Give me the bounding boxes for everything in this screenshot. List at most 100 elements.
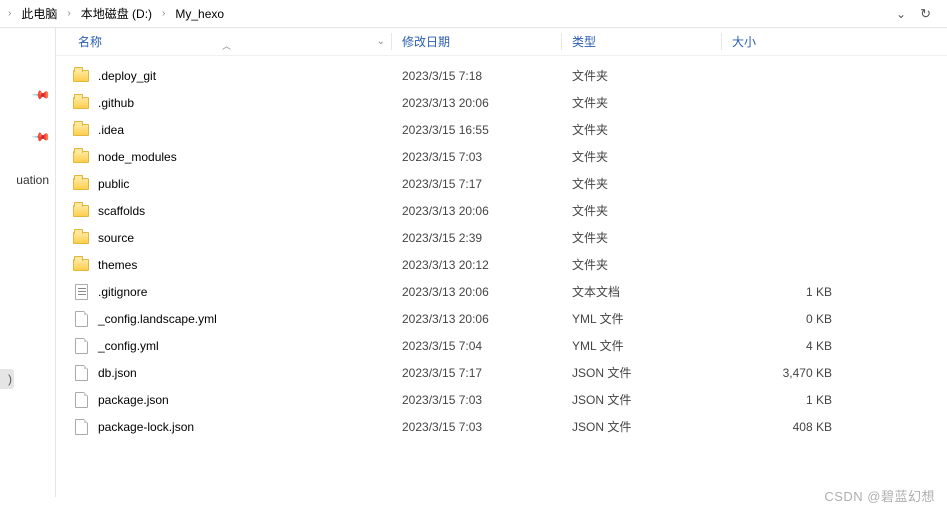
file-name: _config.landscape.yml bbox=[98, 312, 392, 326]
file-type: JSON 文件 bbox=[562, 364, 722, 381]
file-icon bbox=[72, 418, 90, 436]
file-type: 文件夹 bbox=[562, 256, 722, 273]
pin-icon[interactable]: 📌 bbox=[31, 85, 51, 105]
refresh-icon[interactable]: ↻ bbox=[920, 6, 931, 22]
file-name: .github bbox=[98, 96, 392, 110]
pin-icon[interactable]: 📌 bbox=[31, 127, 51, 147]
file-row[interactable]: _config.landscape.yml2023/3/13 20:06YML … bbox=[56, 305, 947, 332]
file-icon bbox=[72, 337, 90, 355]
file-row[interactable]: public2023/3/15 7:17文件夹 bbox=[56, 170, 947, 197]
file-date: 2023/3/13 20:06 bbox=[392, 312, 562, 326]
folder-icon bbox=[72, 229, 90, 247]
file-type: 文件夹 bbox=[562, 94, 722, 111]
file-icon bbox=[72, 364, 90, 382]
file-name: package.json bbox=[98, 393, 392, 407]
file-type: 文件夹 bbox=[562, 67, 722, 84]
file-row[interactable]: package-lock.json2023/3/15 7:03JSON 文件40… bbox=[56, 413, 947, 440]
file-size: 0 KB bbox=[722, 312, 842, 326]
column-header-type[interactable]: 类型 bbox=[562, 33, 722, 50]
breadcrumb-drive-d[interactable]: 本地磁盘 (D:) bbox=[75, 3, 158, 24]
file-list-area: 名称 ︿ ⌄ 修改日期 类型 大小 .deploy_git2023/3/15 7… bbox=[56, 28, 947, 497]
folder-icon bbox=[72, 94, 90, 112]
column-header-date[interactable]: 修改日期 bbox=[392, 33, 562, 50]
breadcrumb-my-hexo[interactable]: My_hexo bbox=[169, 5, 230, 23]
file-date: 2023/3/15 7:17 bbox=[392, 366, 562, 380]
chevron-right-icon[interactable]: › bbox=[65, 8, 72, 19]
folder-icon bbox=[72, 202, 90, 220]
file-name: db.json bbox=[98, 366, 392, 380]
file-name: .idea bbox=[98, 123, 392, 137]
column-label: 大小 bbox=[732, 35, 756, 49]
breadcrumb-this-pc[interactable]: 此电脑 bbox=[15, 3, 63, 24]
folder-icon bbox=[72, 256, 90, 274]
folder-icon bbox=[72, 148, 90, 166]
file-row[interactable]: .github2023/3/13 20:06文件夹 bbox=[56, 89, 947, 116]
sort-ascending-icon: ︿ bbox=[222, 39, 231, 52]
breadcrumb-bar: › 此电脑 › 本地磁盘 (D:) › My_hexo ⌄ ↻ bbox=[0, 0, 947, 28]
file-type: JSON 文件 bbox=[562, 391, 722, 408]
file-name: themes bbox=[98, 258, 392, 272]
file-type: 文件夹 bbox=[562, 202, 722, 219]
file-list: .deploy_git2023/3/15 7:18文件夹.github2023/… bbox=[56, 56, 947, 497]
column-label: 修改日期 bbox=[402, 35, 450, 49]
file-size: 4 KB bbox=[722, 339, 842, 353]
column-label: 类型 bbox=[572, 35, 596, 49]
file-date: 2023/3/15 16:55 bbox=[392, 123, 562, 137]
file-row[interactable]: scaffolds2023/3/13 20:06文件夹 bbox=[56, 197, 947, 224]
navigation-pane: 📌 📌 uation ) bbox=[0, 28, 56, 497]
file-size: 408 KB bbox=[722, 420, 842, 434]
file-row[interactable]: package.json2023/3/15 7:03JSON 文件1 KB bbox=[56, 386, 947, 413]
file-name: .gitignore bbox=[98, 285, 392, 299]
chevron-right-icon[interactable]: › bbox=[6, 8, 13, 19]
file-name: package-lock.json bbox=[98, 420, 392, 434]
file-date: 2023/3/15 7:03 bbox=[392, 420, 562, 434]
file-row[interactable]: .idea2023/3/15 16:55文件夹 bbox=[56, 116, 947, 143]
file-date: 2023/3/13 20:12 bbox=[392, 258, 562, 272]
file-date: 2023/3/15 2:39 bbox=[392, 231, 562, 245]
chevron-right-icon[interactable]: › bbox=[160, 8, 167, 19]
column-header-size[interactable]: 大小 bbox=[722, 33, 852, 50]
dropdown-icon[interactable]: ⌄ bbox=[896, 7, 906, 21]
file-type: 文件夹 bbox=[562, 175, 722, 192]
file-name: _config.yml bbox=[98, 339, 392, 353]
file-size: 1 KB bbox=[722, 393, 842, 407]
folder-icon bbox=[72, 67, 90, 85]
text-file-icon bbox=[72, 283, 90, 301]
file-date: 2023/3/15 7:17 bbox=[392, 177, 562, 191]
breadcrumb-label: 本地磁盘 (D:) bbox=[81, 5, 152, 22]
breadcrumb-label: My_hexo bbox=[175, 7, 224, 21]
file-date: 2023/3/15 7:18 bbox=[392, 69, 562, 83]
file-row[interactable]: _config.yml2023/3/15 7:04YML 文件4 KB bbox=[56, 332, 947, 359]
sidebar-label-fragment: uation bbox=[16, 173, 49, 187]
file-row[interactable]: .deploy_git2023/3/15 7:18文件夹 bbox=[56, 62, 947, 89]
file-size: 1 KB bbox=[722, 285, 842, 299]
file-date: 2023/3/15 7:03 bbox=[392, 150, 562, 164]
column-label: 名称 bbox=[78, 33, 102, 50]
file-type: YML 文件 bbox=[562, 337, 722, 354]
file-icon bbox=[72, 391, 90, 409]
file-date: 2023/3/15 7:04 bbox=[392, 339, 562, 353]
sidebar-paren: ) bbox=[0, 369, 14, 389]
file-name: node_modules bbox=[98, 150, 392, 164]
column-header-row: 名称 ︿ ⌄ 修改日期 类型 大小 bbox=[56, 28, 947, 56]
file-date: 2023/3/13 20:06 bbox=[392, 96, 562, 110]
file-name: .deploy_git bbox=[98, 69, 392, 83]
watermark: CSDN @碧蓝幻想 bbox=[824, 486, 935, 505]
column-header-name[interactable]: 名称 ︿ ⌄ bbox=[72, 33, 392, 50]
file-row[interactable]: themes2023/3/13 20:12文件夹 bbox=[56, 251, 947, 278]
file-type: 文件夹 bbox=[562, 121, 722, 138]
dropdown-icon[interactable]: ⌄ bbox=[377, 36, 385, 47]
file-date: 2023/3/15 7:03 bbox=[392, 393, 562, 407]
file-row[interactable]: .gitignore2023/3/13 20:06文本文档1 KB bbox=[56, 278, 947, 305]
file-type: 文件夹 bbox=[562, 148, 722, 165]
folder-icon bbox=[72, 175, 90, 193]
file-name: public bbox=[98, 177, 392, 191]
file-type: 文本文档 bbox=[562, 283, 722, 300]
file-type: JSON 文件 bbox=[562, 418, 722, 435]
file-row[interactable]: node_modules2023/3/15 7:03文件夹 bbox=[56, 143, 947, 170]
file-icon bbox=[72, 310, 90, 328]
file-row[interactable]: db.json2023/3/15 7:17JSON 文件3,470 KB bbox=[56, 359, 947, 386]
file-type: YML 文件 bbox=[562, 310, 722, 327]
file-row[interactable]: source2023/3/15 2:39文件夹 bbox=[56, 224, 947, 251]
file-size: 3,470 KB bbox=[722, 366, 842, 380]
